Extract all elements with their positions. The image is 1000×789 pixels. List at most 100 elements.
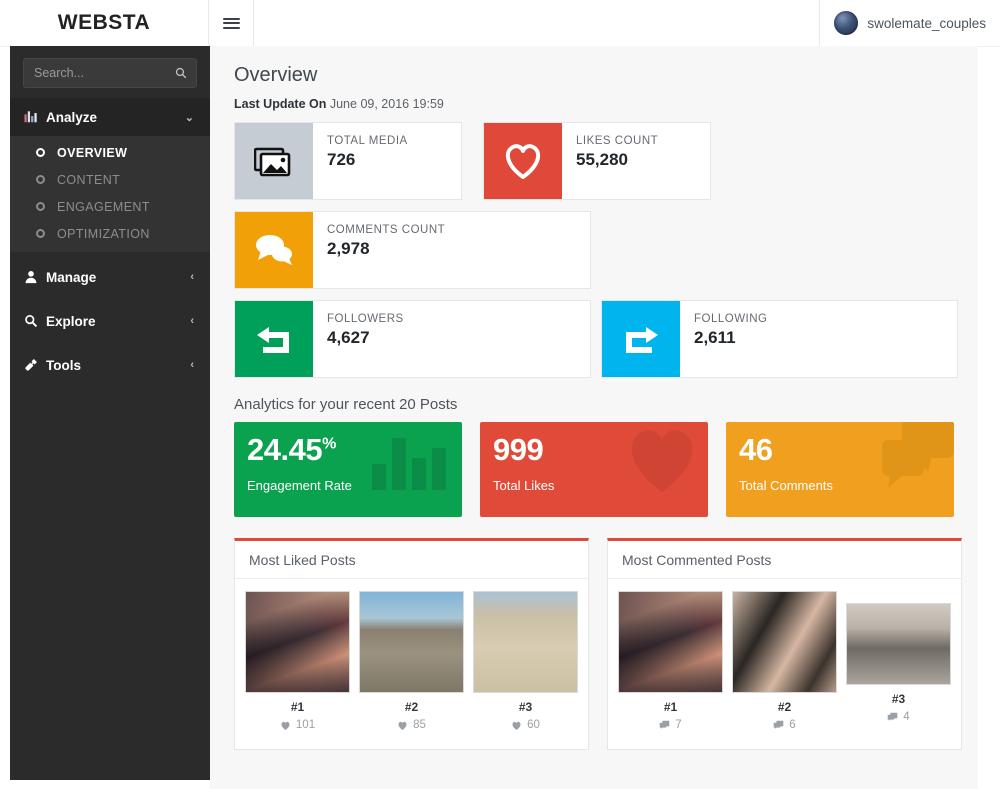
post-metric-value: 6 <box>789 719 795 731</box>
sidebar-group-manage[interactable]: Manage ‹ <box>10 258 210 296</box>
bar-chart-icon <box>24 110 46 124</box>
comments-icon <box>252 232 296 268</box>
list-item[interactable]: #3 4 <box>846 591 951 731</box>
post-list: #1 7 #2 6 <box>608 579 961 731</box>
search-icon <box>24 314 46 328</box>
stat-label: FOLLOWERS <box>327 313 404 325</box>
sidebar-item-content[interactable]: CONTENT <box>10 166 210 193</box>
followers-icon <box>253 322 295 356</box>
post-rank: #3 <box>846 692 951 706</box>
post-metric-value: 4 <box>903 711 909 723</box>
sidebar-submenu-analyze: OVERVIEW CONTENT ENGAGEMENT OPTIMIZATION <box>10 136 210 252</box>
stat-card-total-media[interactable]: TOTAL MEDIA 726 <box>234 122 462 200</box>
post-thumbnail[interactable] <box>846 603 951 685</box>
sidebar: Analyze ⌄ OVERVIEW CONTENT ENGAGEMENT OP… <box>10 46 210 780</box>
following-icon <box>620 322 662 356</box>
sidebar-group-label-explore: Explore <box>46 314 96 329</box>
sidebar-group-tools[interactable]: Tools ‹ <box>10 346 210 384</box>
stat-icon-box <box>602 301 680 377</box>
radio-icon <box>36 148 45 157</box>
post-rank: #1 <box>618 700 723 714</box>
sidebar-item-engagement[interactable]: ENGAGEMENT <box>10 193 210 220</box>
hamburger-menu-button[interactable] <box>210 0 254 46</box>
stat-icon-box <box>484 123 562 199</box>
analytics-cards: 24.45% Engagement Rate 999 Total Likes 4… <box>234 422 958 517</box>
stat-row-2: COMMENTS COUNT 2,978 <box>234 211 958 289</box>
post-metric-value: 101 <box>296 719 315 731</box>
post-metric: 101 <box>245 719 350 731</box>
radio-icon <box>36 229 45 238</box>
panel-title: Most Liked Posts <box>235 541 588 579</box>
stat-card-followers[interactable]: FOLLOWERS 4,627 <box>234 300 591 378</box>
stat-value: 726 <box>327 150 408 170</box>
post-thumbnail[interactable] <box>245 591 350 693</box>
comment-icon <box>659 720 670 731</box>
post-metric-value: 7 <box>675 719 681 731</box>
panel-most-commented-posts: Most Commented Posts #1 7 #2 <box>607 538 962 750</box>
stat-icon-box <box>235 301 313 377</box>
analytics-card-total-likes[interactable]: 999 Total Likes <box>480 422 708 517</box>
comment-icon <box>773 720 784 731</box>
post-metric-value: 60 <box>527 719 540 731</box>
page-title: Overview <box>234 64 958 87</box>
sidebar-group-analyze[interactable]: Analyze ⌄ <box>10 98 210 136</box>
post-thumbnail[interactable] <box>732 591 837 693</box>
list-item[interactable]: #3 60 <box>473 591 578 731</box>
wrench-icon <box>24 358 46 372</box>
post-metric: 6 <box>732 719 837 731</box>
stat-body: TOTAL MEDIA 726 <box>313 123 408 199</box>
heart-icon <box>620 424 704 496</box>
post-metric: 7 <box>618 719 723 731</box>
heart-icon <box>511 720 522 731</box>
sidebar-group-explore[interactable]: Explore ‹ <box>10 302 210 340</box>
search-input[interactable] <box>24 59 196 87</box>
post-list: #1 101 #2 85 <box>235 579 588 731</box>
sidebar-item-overview[interactable]: OVERVIEW <box>10 139 210 166</box>
search-icon <box>175 67 187 79</box>
analytics-card-engagement-rate[interactable]: 24.45% Engagement Rate <box>234 422 462 517</box>
stat-value: 2,978 <box>327 239 445 259</box>
panel-title: Most Commented Posts <box>608 541 961 579</box>
last-update-label: Last Update On <box>234 97 326 111</box>
top-bar: WEBSTA swolemate_couples <box>0 0 1000 47</box>
search-box[interactable] <box>23 58 197 88</box>
stat-label: LIKES COUNT <box>576 135 658 147</box>
comment-icon <box>868 422 954 494</box>
list-item[interactable]: #2 6 <box>732 591 837 731</box>
stat-label: FOLLOWING <box>694 313 768 325</box>
list-item[interactable]: #2 85 <box>359 591 464 731</box>
sidebar-group-label-analyze: Analyze <box>46 110 97 125</box>
avatar <box>834 11 858 35</box>
stat-card-following[interactable]: FOLLOWING 2,611 <box>601 300 958 378</box>
sidebar-search-wrap <box>10 46 210 98</box>
last-update-value: June 09, 2016 19:59 <box>330 97 444 111</box>
brand-logo[interactable]: WEBSTA <box>0 0 209 46</box>
stat-value: 2,611 <box>694 328 768 348</box>
sidebar-group-label-tools: Tools <box>46 358 81 373</box>
post-metric-value: 85 <box>413 719 426 731</box>
post-metric: 85 <box>359 719 464 731</box>
user-account-button[interactable]: swolemate_couples <box>819 0 986 46</box>
stat-row-1: TOTAL MEDIA 726 LIKES COUNT 55,280 <box>234 122 958 200</box>
chevron-left-icon: ‹ <box>190 359 194 371</box>
stat-body: LIKES COUNT 55,280 <box>562 123 658 199</box>
stat-card-likes-count[interactable]: LIKES COUNT 55,280 <box>483 122 711 200</box>
list-item[interactable]: #1 7 <box>618 591 723 731</box>
heart-icon <box>280 720 291 731</box>
post-thumbnail[interactable] <box>473 591 578 693</box>
stat-card-comments-count[interactable]: COMMENTS COUNT 2,978 <box>234 211 591 289</box>
stat-body: FOLLOWERS 4,627 <box>313 301 404 377</box>
post-metric: 60 <box>473 719 578 731</box>
heart-icon <box>501 141 545 181</box>
analytics-card-total-comments[interactable]: 46 Total Comments <box>726 422 954 517</box>
post-thumbnail[interactable] <box>618 591 723 693</box>
user-icon <box>24 270 46 284</box>
post-rank: #2 <box>732 700 837 714</box>
post-thumbnail[interactable] <box>359 591 464 693</box>
bar-chart-icon <box>366 432 454 490</box>
post-panels: Most Liked Posts #1 101 #2 <box>234 538 958 750</box>
post-rank: #1 <box>245 700 350 714</box>
sidebar-item-optimization[interactable]: OPTIMIZATION <box>10 220 210 247</box>
list-item[interactable]: #1 101 <box>245 591 350 731</box>
stat-body: COMMENTS COUNT 2,978 <box>313 212 445 288</box>
